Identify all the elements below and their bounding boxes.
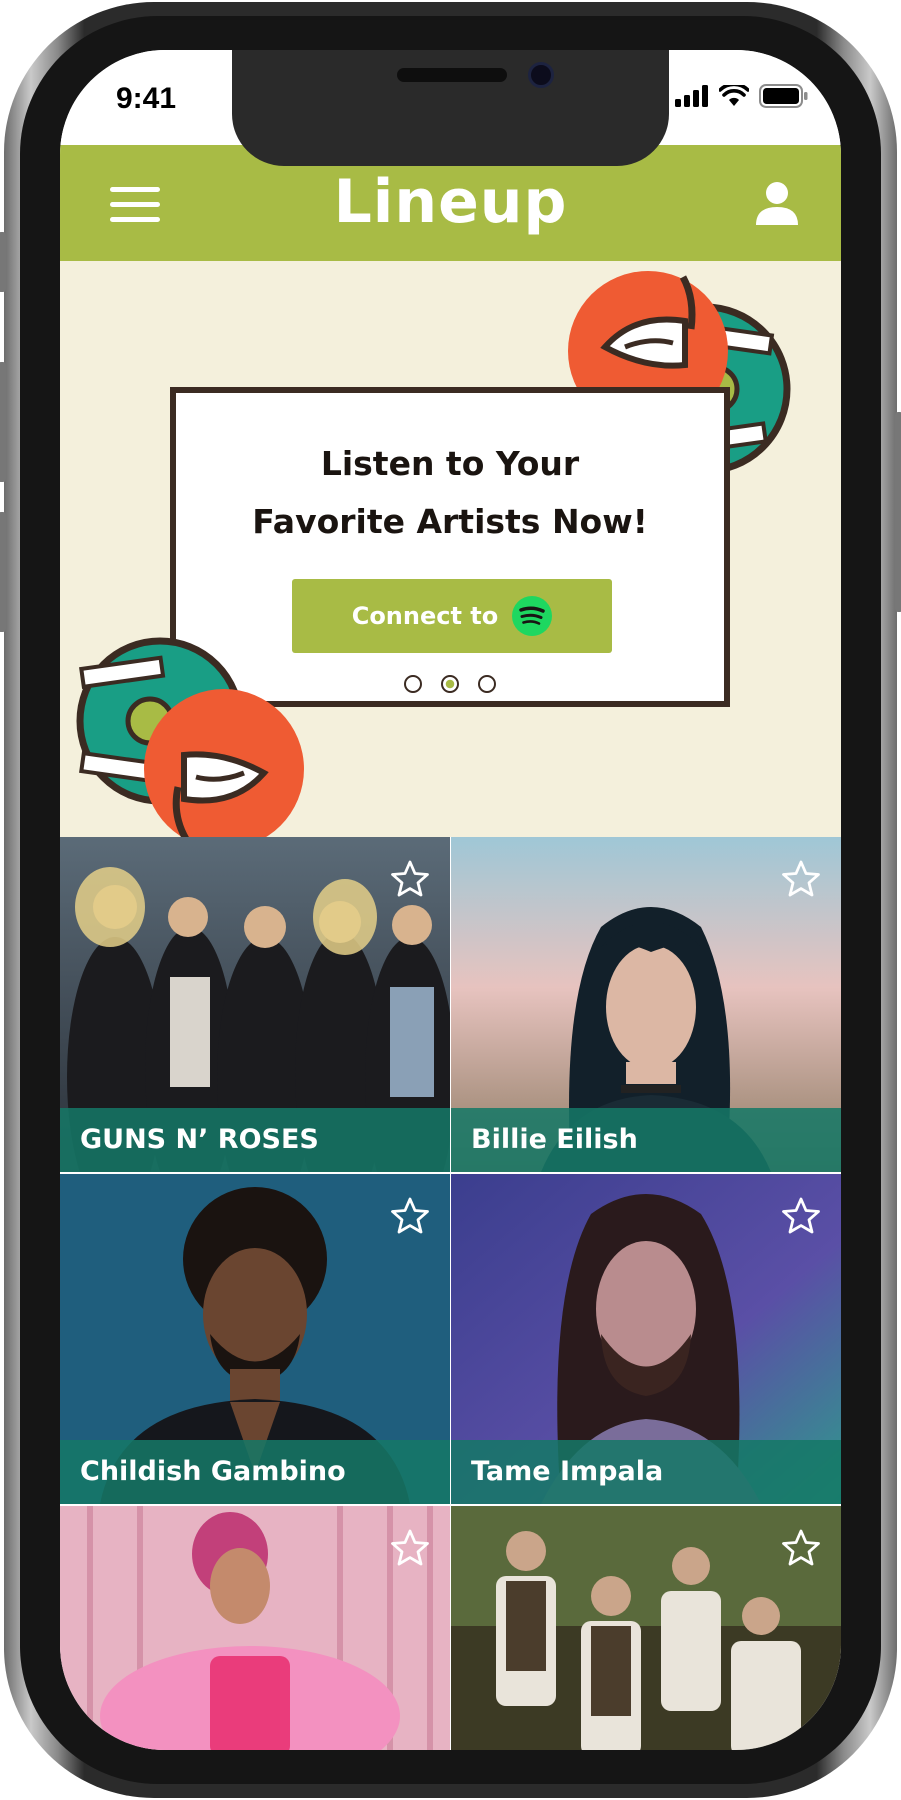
record-decoration-bottom-icon xyxy=(76,637,304,837)
front-camera xyxy=(528,62,554,88)
earpiece-speaker xyxy=(397,68,507,82)
favorite-star-icon[interactable] xyxy=(390,859,430,899)
artist-name: Childish Gambino xyxy=(60,1440,450,1504)
favorite-star-icon[interactable] xyxy=(781,1528,821,1568)
volume-down-button xyxy=(0,512,6,632)
status-icons xyxy=(675,84,809,108)
wifi-icon xyxy=(719,85,749,106)
artist-tile-6[interactable] xyxy=(451,1506,841,1750)
artist-name: GUNS N’ ROSES xyxy=(60,1108,450,1172)
spotify-icon xyxy=(512,596,553,636)
carousel-dot-2[interactable] xyxy=(441,675,459,693)
favorite-star-icon[interactable] xyxy=(390,1196,430,1236)
favorite-star-icon[interactable] xyxy=(390,1528,430,1568)
signal-icon xyxy=(675,85,708,107)
carousel-dot-1[interactable] xyxy=(404,675,422,693)
carousel-dot-3[interactable] xyxy=(478,675,496,693)
artist-name: Billie Eilish xyxy=(451,1108,841,1172)
volume-up-button xyxy=(0,362,6,482)
app-title: Lineup xyxy=(333,167,568,237)
promo-banner: Listen to Your Favorite Artists Now! Con… xyxy=(60,261,841,837)
promo-title-line1: Listen to Your xyxy=(320,444,580,483)
user-icon[interactable] xyxy=(753,179,801,227)
app-screen: 9:41 Lineup Listen to Your Favorite Arti… xyxy=(60,50,841,1750)
promo-title-line2: Favorite Artists Now! xyxy=(252,502,648,541)
artist-tile-tame-impala[interactable]: Tame Impala xyxy=(451,1174,841,1504)
status-time: 9:41 xyxy=(116,82,177,115)
mute-switch xyxy=(0,232,6,292)
connect-label: Connect to xyxy=(351,602,499,630)
artist-name: Tame Impala xyxy=(451,1440,841,1504)
favorite-star-icon[interactable] xyxy=(781,1196,821,1236)
artist-tile-guns-n-roses[interactable]: GUNS N’ ROSES xyxy=(60,837,450,1172)
promo-title: Listen to Your Favorite Artists Now! xyxy=(176,435,724,551)
favorite-star-icon[interactable] xyxy=(781,859,821,899)
device-notch xyxy=(232,50,669,166)
artist-tile-billie-eilish[interactable]: Billie Eilish xyxy=(451,837,841,1172)
power-button xyxy=(895,412,901,612)
artist-tile-childish-gambino[interactable]: Childish Gambino xyxy=(60,1174,450,1504)
battery-icon xyxy=(759,84,808,108)
connect-spotify-button[interactable]: Connect to xyxy=(292,579,612,653)
artist-tile-5[interactable] xyxy=(60,1506,450,1750)
